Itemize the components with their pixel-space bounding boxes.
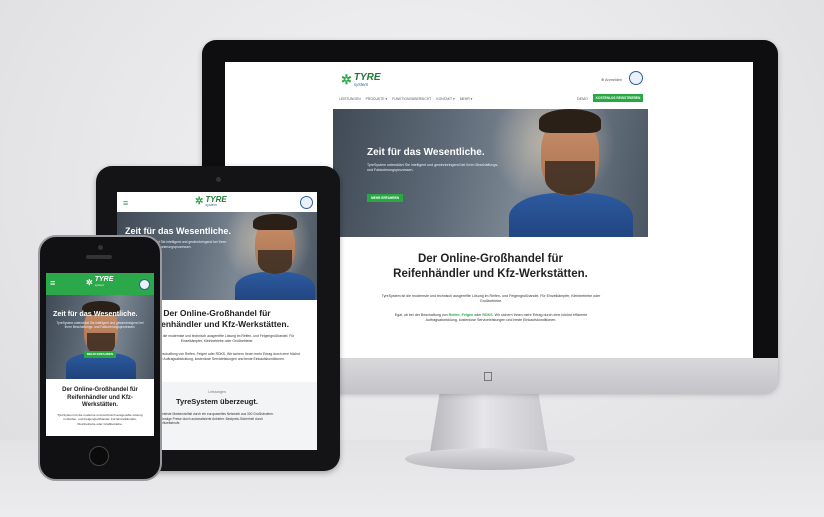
nav-item-mehr[interactable]: MEHR ▾ <box>460 97 473 101</box>
mechanic-shirt <box>235 272 315 300</box>
hero-mechanic-photo <box>501 109 641 237</box>
nav-item-kontakt[interactable]: KONTAKT ▾ <box>436 97 454 101</box>
keyword-felgen[interactable]: Felgen <box>462 313 474 317</box>
mechanic-beard <box>545 161 595 195</box>
phone-screen: ≡ ✲ TYRE system Zeit für das Wesentliche… <box>46 273 154 436</box>
ipad-camera <box>216 177 221 182</box>
desktop-logo[interactable]: ✲ TYRE system <box>341 72 381 88</box>
hero-text: TyreSystem unterstützt Sie intelligent u… <box>56 321 144 330</box>
certificate-seal-icon <box>139 279 150 290</box>
certificate-seal-icon <box>629 71 643 85</box>
main-headline: Der Online-Großhandel für Reifenhändler … <box>333 252 648 282</box>
hero-mechanic-photo <box>233 212 317 300</box>
nav-item-leistungen[interactable]: LEISTUNGEN <box>339 97 361 101</box>
para-2-pre: Egal, ob bei der Beschaffung von <box>394 313 449 317</box>
hero-more-button[interactable]: MEHR ERFAHREN <box>84 351 116 358</box>
iphone-speaker <box>86 255 112 259</box>
iphone-home-button[interactable] <box>89 446 109 466</box>
main-navigation: LEISTUNGEN PRODUKTE ▾ FUNKTIONSÜBERSICHT… <box>339 97 472 101</box>
intro-paragraph-1: TyreSystem ist die modernste und technis… <box>381 294 601 304</box>
imac-stand-neck <box>430 394 548 452</box>
logo-name: TYRE <box>353 72 381 83</box>
imac-stand-foot <box>405 448 575 470</box>
register-button[interactable]: KOSTENLOS REGISTRIEREN <box>593 94 643 102</box>
mechanic-hair <box>253 214 297 230</box>
mechanic-beard <box>258 250 292 274</box>
nav-item-produkte[interactable]: PRODUKTE ▾ <box>366 97 387 101</box>
device-mockup-scene:  ✲ TYRE system ⊕ Anmelden LEISTUNGEN PR… <box>0 0 824 517</box>
apple-logo-icon:  <box>483 369 493 384</box>
mechanic-shirt <box>509 193 633 237</box>
desktop-hero-banner: Zeit für das Wesentliche. TyreSystem unt… <box>333 109 648 237</box>
headline-line-1: Der Online-Großhandel für <box>417 253 564 265</box>
logo-name: TYRE <box>205 195 227 204</box>
tablet-logo[interactable]: ✲ TYRE system <box>195 195 227 208</box>
keyword-reifen[interactable]: Reifen <box>449 313 460 317</box>
keyword-rdks[interactable]: RDKS <box>482 313 492 317</box>
login-link[interactable]: ⊕ Anmelden <box>601 77 622 82</box>
hero-text: TyreSystem unterstützt Sie intelligent u… <box>367 163 499 172</box>
hero-title: Zeit für das Wesentliche. <box>367 147 485 158</box>
logo-sub: system <box>205 203 217 208</box>
hamburger-menu-icon[interactable]: ≡ <box>123 198 128 208</box>
nav-item-funktionsuebersicht[interactable]: FUNKTIONSÜBERSICHT <box>392 97 431 101</box>
tire-logo-icon: ✲ <box>86 277 93 287</box>
iphone-camera <box>98 245 103 250</box>
tire-logo-icon: ✲ <box>195 196 204 208</box>
certificate-seal-icon <box>300 196 313 209</box>
logo-sub: system <box>353 82 369 87</box>
tire-logo-icon: ✲ <box>341 72 352 87</box>
phone-hero-banner: Zeit für das Wesentliche. TyreSystem unt… <box>46 295 154 379</box>
hero-title: Zeit für das Wesentliche. <box>53 309 138 318</box>
hamburger-menu-icon[interactable]: ≡ <box>50 278 55 288</box>
intro-paragraph-2: Egal, ob bei der Beschaffung von Reifen,… <box>381 313 601 323</box>
phone-logo[interactable]: ✲ TYRE system <box>86 276 113 288</box>
desktop-website: ✲ TYRE system ⊕ Anmelden LEISTUNGEN PROD… <box>333 62 648 358</box>
main-headline: Der Online-Großhandel für Reifenhändler … <box>62 387 138 409</box>
logo-sub: system <box>94 283 105 288</box>
intro-paragraph: TyreSystem ist die moderne und technisch… <box>57 413 143 426</box>
services-bullets: Breiteste Markenvielfalt durch ein europ… <box>159 412 274 426</box>
mechanic-hair <box>539 109 601 133</box>
demo-button[interactable]: DEMO <box>577 97 588 101</box>
hero-more-button[interactable]: MEHR ERFAHREN <box>367 194 403 202</box>
headline-line-2: Reifenhändler und Kfz-Werkstätten. <box>393 268 588 280</box>
